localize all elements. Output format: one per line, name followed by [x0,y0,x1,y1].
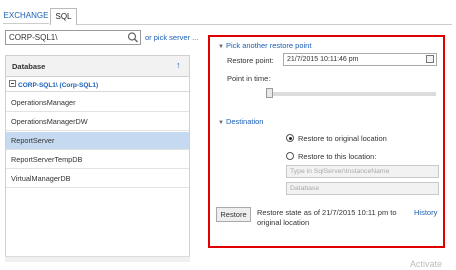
horizontal-scrollbar[interactable] [5,256,190,262]
destination-section-header[interactable]: ▼ Destination [218,117,263,126]
list-item-selected[interactable]: ReportServer [6,132,189,150]
restore-point-field[interactable]: 21/7/2015 10:11:46 pm [283,53,437,66]
tab-sql[interactable]: SQL [50,8,77,25]
expanded-triangle-icon: ▼ [218,120,224,126]
radio-this-location-label[interactable]: Restore to this location: [298,152,376,161]
database-column-header[interactable]: Database [5,55,190,77]
list-item[interactable]: OperationsManagerDW [6,113,189,131]
list-item[interactable]: OperationsManager [6,94,189,112]
sort-ascending-icon[interactable]: ↑ [176,59,181,71]
radio-this-location[interactable] [286,152,294,160]
restore-status-line1: Restore state as of 21/7/2015 10:11 pm t… [257,208,397,217]
list-item[interactable]: ReportServerTempDB [6,151,189,169]
restore-status-text: Restore state as of 21/7/2015 10:11 pm t… [257,208,407,228]
server-group-row[interactable]: CORP-SQL1\ (Corp-SQL1) [6,80,189,92]
search-icon[interactable] [126,31,140,44]
radio-original-location[interactable] [286,134,294,142]
destination-section-title: Destination [225,117,264,126]
server-search-input[interactable]: CORP-SQL1\ [5,30,141,45]
radio-original-location-label[interactable]: Restore to original location [298,134,387,143]
restore-point-section-title: Pick another restore point [225,41,312,50]
point-in-time-slider[interactable] [266,92,436,96]
restore-point-section-header[interactable]: ▼ Pick another restore point [218,41,311,50]
restore-status-line2: original location [257,218,310,227]
list-item[interactable]: VirtualManagerDB [6,170,189,188]
tab-divider [77,24,452,25]
server-group-label: CORP-SQL1\ (Corp-SQL1) [18,82,99,89]
collapse-icon[interactable] [9,80,16,87]
instance-name-field[interactable]: Type in SqlServer\InstanceName [286,165,439,178]
history-link[interactable]: History [414,208,437,217]
point-in-time-label: Point in time: [227,74,271,83]
expanded-triangle-icon: ▼ [218,44,224,50]
restore-button[interactable]: Restore [216,207,251,222]
pick-server-link[interactable]: or pick server ... [145,30,198,45]
database-name-field[interactable]: Database [286,182,439,195]
restore-point-label: Restore point: [227,56,274,65]
calendar-icon[interactable] [426,55,434,63]
activation-watermark: Activate [410,259,443,269]
tab-exchange[interactable]: EXCHANGE [3,8,49,24]
slider-thumb[interactable] [266,88,273,98]
